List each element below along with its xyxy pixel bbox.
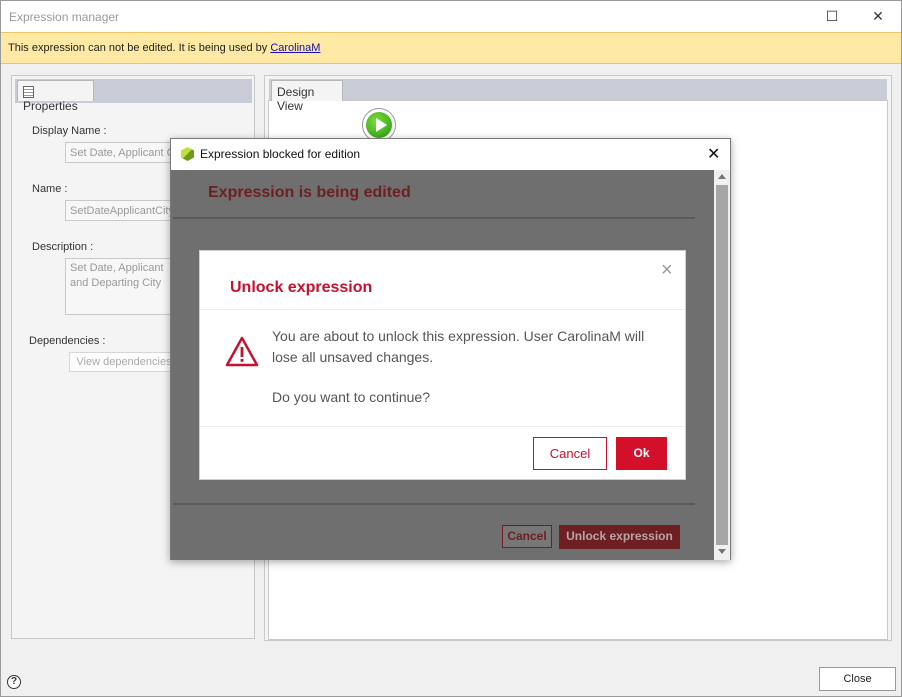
properties-icon	[23, 86, 34, 98]
close-button[interactable]: Close	[819, 667, 896, 691]
play-circle	[366, 112, 392, 138]
scroll-thumb[interactable]	[716, 185, 728, 545]
dialog-close-button[interactable]: ✕	[707, 144, 720, 164]
start-node-icon[interactable]	[362, 108, 396, 142]
dialog-title-bar: Expression blocked for edition ✕	[171, 139, 730, 169]
tab-properties[interactable]: Properties	[17, 80, 94, 113]
warning-text: This expression can not be edited. It is…	[8, 42, 320, 54]
scroll-up-icon[interactable]	[718, 174, 726, 179]
title-bar: Expression manager — ☐ ✕	[1, 1, 901, 32]
warning-icon	[225, 336, 259, 367]
tab-properties-label: Properties	[23, 99, 78, 113]
warning-bar: This expression can not be edited. It is…	[1, 32, 901, 64]
dialog-heading: Expression is being edited	[208, 184, 411, 201]
name-field[interactable]: SetDateApplicantCity	[65, 200, 185, 221]
divider	[173, 503, 695, 505]
name-label: Name :	[32, 183, 68, 195]
cube-icon	[181, 147, 194, 161]
modal-question: Do you want to continue?	[272, 389, 430, 405]
modal-close-icon[interactable]: ×	[661, 259, 673, 282]
dialog-title: Expression blocked for edition	[200, 147, 361, 161]
divider	[173, 217, 695, 219]
warning-message: This expression can not be edited. It is…	[8, 42, 271, 54]
help-icon[interactable]: ?	[7, 675, 21, 689]
display-name-label: Display Name :	[32, 125, 107, 137]
display-name-field[interactable]: Set Date, Applicant City	[65, 142, 185, 163]
modal-ok-button[interactable]: Ok	[616, 437, 667, 470]
maximize-button[interactable]: ☐	[809, 1, 855, 32]
minimize-button[interactable]: —	[763, 1, 809, 32]
modal-message: You are about to unlock this expression.…	[272, 328, 645, 365]
description-label: Description :	[32, 241, 94, 253]
window-close-button[interactable]: ✕	[855, 1, 901, 32]
divider	[200, 426, 685, 427]
divider	[200, 309, 685, 310]
unlock-expression-button[interactable]: Unlock expression	[559, 525, 680, 549]
view-dependencies-button[interactable]: View dependencies	[69, 352, 179, 372]
unlock-confirm-modal: × Unlock expression You are about to unl…	[199, 250, 686, 480]
dependencies-label: Dependencies :	[29, 335, 106, 347]
user-link[interactable]: CarolinaM	[270, 42, 320, 54]
modal-cancel-button[interactable]: Cancel	[533, 437, 607, 470]
description-field[interactable]: Set Date, Applicant and Departing City	[65, 258, 185, 315]
scroll-down-icon[interactable]	[718, 549, 726, 554]
window-title: Expression manager	[9, 10, 120, 24]
dialog-cancel-button[interactable]: Cancel	[502, 525, 552, 548]
dialog-scrollbar[interactable]	[714, 170, 730, 560]
play-triangle	[376, 118, 387, 132]
tab-design-view[interactable]: Design View	[271, 80, 343, 113]
modal-title: Unlock expression	[230, 279, 373, 296]
